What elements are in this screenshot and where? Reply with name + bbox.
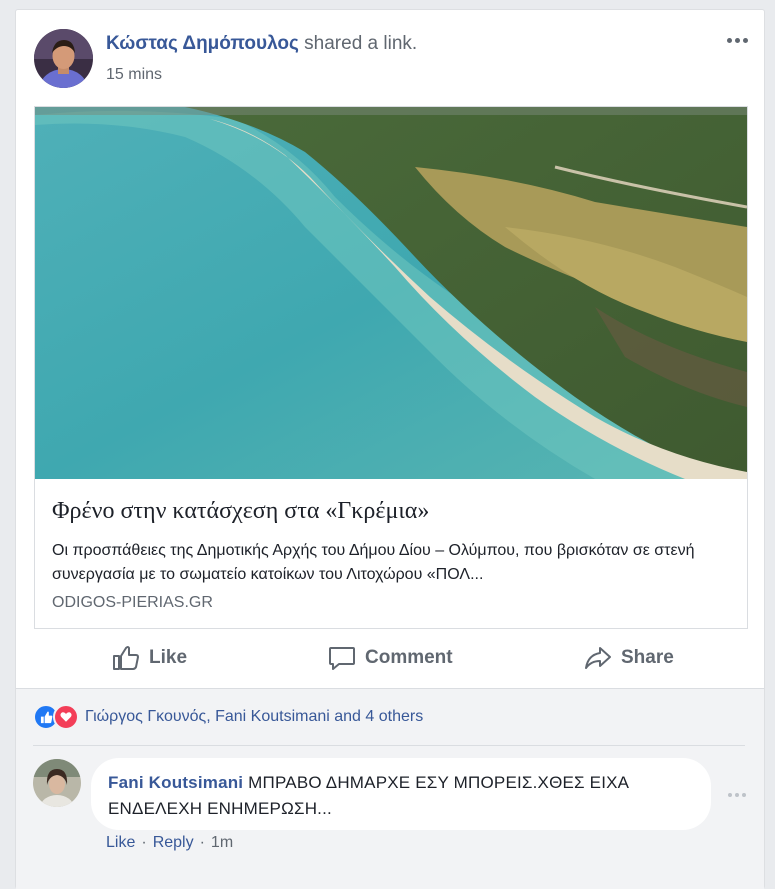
link-preview-image[interactable] <box>35 107 747 479</box>
comment-button[interactable]: Comment <box>328 635 453 681</box>
like-button[interactable]: Like <box>112 635 187 681</box>
post-timestamp[interactable]: 15 mins <box>106 66 162 84</box>
share-label: Share <box>621 647 674 668</box>
share-button[interactable]: Share <box>584 635 674 681</box>
share-arrow-icon <box>584 645 612 671</box>
commenter-name[interactable]: Fani Koutsimani <box>108 773 243 792</box>
love-reaction-icon <box>53 704 79 730</box>
like-label: Like <box>149 647 188 668</box>
comment-bubble-icon <box>328 645 356 671</box>
thumbs-up-icon <box>112 645 140 671</box>
feedback-section: Γιώργος Γκουνός, Fani Koutsimani and 4 o… <box>16 688 764 889</box>
comment-timestamp[interactable]: 1m <box>211 834 233 851</box>
link-description: Οι προσπάθειες της Δημοτικής Αρχής του Δ… <box>52 542 695 583</box>
post-options-icon[interactable] <box>722 28 752 52</box>
post-action-text: shared a link. <box>304 33 418 54</box>
post-card: Κώστας Δημόπουλος shared a link. 15 mins <box>15 9 765 889</box>
comment-bubble: Fani Koutsimani ΜΠΡΑΒΟ ΔΗΜΑΡΧΕ ΕΣΥ ΜΠΟΡΕ… <box>91 758 711 830</box>
coastline-photo <box>35 107 747 479</box>
link-title[interactable]: Φρένο στην κατάσχεση στα «Γκρέμια» <box>52 498 429 525</box>
comment-actions: Like · Reply · 1m <box>106 834 234 851</box>
reactors-text[interactable]: Γιώργος Γκουνός, Fani Koutsimani and 4 o… <box>85 708 423 726</box>
post-action-bar: Like Comment Share <box>16 635 764 683</box>
author-name[interactable]: Κώστας Δημόπουλος <box>106 33 299 54</box>
divider <box>33 745 745 746</box>
reactions-summary[interactable]: Γιώργος Γκουνός, Fani Koutsimani and 4 o… <box>33 704 423 730</box>
link-domain: ODIGOS-PIERIAS.GR <box>52 594 213 611</box>
comment-reply-button[interactable]: Reply <box>153 834 194 851</box>
link-preview[interactable]: Φρένο στην κατάσχεση στα «Γκρέμια» Οι πρ… <box>34 106 748 629</box>
author-avatar-photo <box>34 29 93 88</box>
post-header: Κώστας Δημόπουλος shared a link. <box>106 33 417 55</box>
comment-options-icon[interactable] <box>728 793 746 797</box>
author-avatar[interactable] <box>34 29 93 88</box>
comment-label: Comment <box>365 647 453 668</box>
comment-like-button[interactable]: Like <box>106 834 135 851</box>
commenter-avatar[interactable] <box>33 759 81 807</box>
commenter-avatar-photo <box>33 759 81 807</box>
